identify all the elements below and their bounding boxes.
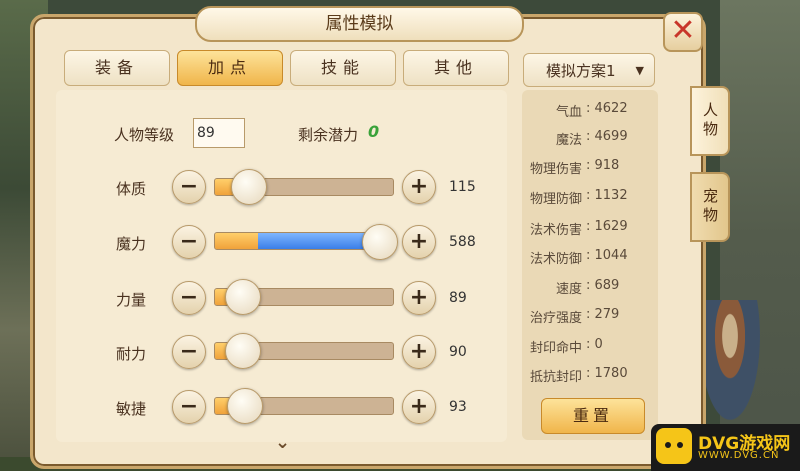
remaining-potential-value: 0 xyxy=(368,122,380,141)
stat-label: 法术伤害 xyxy=(529,223,582,238)
stat-label: 治疗强度 xyxy=(529,311,582,326)
tab-add-points[interactable]: 加点 xyxy=(177,50,283,86)
watermark-url: WWW.DVG.CN xyxy=(698,450,780,461)
constitution-minus-button[interactable]: − xyxy=(172,170,206,204)
magic-plus-button[interactable]: + xyxy=(402,225,436,259)
tab-equipment[interactable]: 装备 xyxy=(64,50,170,86)
character-level-label: 人物等级 xyxy=(114,126,175,144)
stat-label: 气血 xyxy=(555,105,582,120)
stat-value: : 4699 xyxy=(586,129,628,144)
magic-slider-fill xyxy=(215,233,258,249)
constitution-plus-button[interactable]: + xyxy=(402,170,436,204)
stat-value: : 0 xyxy=(586,337,603,352)
stat-value: : 1044 xyxy=(586,248,628,263)
attribute-label-endurance: 耐力 xyxy=(116,345,147,363)
strength-minus-button[interactable]: − xyxy=(172,281,206,315)
side-tab-pet[interactable]: 宠物 xyxy=(690,172,730,242)
attribute-label-magic: 魔力 xyxy=(116,235,147,253)
strength-value: 89 xyxy=(449,290,467,306)
tab-other[interactable]: 其他 xyxy=(403,50,509,86)
endurance-plus-button[interactable]: + xyxy=(402,335,436,369)
reset-button[interactable]: 重置 xyxy=(541,398,645,434)
caret-down-icon: ▼ xyxy=(635,64,644,77)
constitution-slider-handle[interactable] xyxy=(230,169,267,205)
stat-value: : 918 xyxy=(586,158,620,173)
stat-label: 物理防御 xyxy=(529,192,582,207)
window-title: 属性模拟 xyxy=(195,6,524,42)
endurance-minus-button[interactable]: − xyxy=(172,335,206,369)
strength-plus-button[interactable]: + xyxy=(402,281,436,315)
side-tab-character[interactable]: 人物 xyxy=(690,86,730,156)
agility-value: 93 xyxy=(449,399,467,415)
magic-slider-handle[interactable] xyxy=(362,224,398,260)
attribute-label-strength: 力量 xyxy=(116,291,147,309)
stat-label: 封印命中 xyxy=(529,341,582,356)
remaining-potential-label: 剩余潜力 xyxy=(298,126,359,144)
stat-value: : 1132 xyxy=(586,188,628,203)
endurance-value: 90 xyxy=(449,344,467,360)
stat-value: : 1780 xyxy=(586,366,628,381)
scheme-dropdown[interactable]: 模拟方案1 ▼ xyxy=(523,53,655,87)
close-button[interactable]: ✕ xyxy=(663,12,703,52)
stat-label: 物理伤害 xyxy=(529,162,582,177)
tab-skills[interactable]: 技能 xyxy=(290,50,396,86)
stat-label: 抵抗封印 xyxy=(529,370,582,385)
stat-value: : 279 xyxy=(586,307,620,322)
agility-slider-handle[interactable] xyxy=(227,388,264,424)
magic-minus-button[interactable]: − xyxy=(172,225,206,259)
stat-label: 法术防御 xyxy=(529,252,582,267)
character-level-input[interactable]: 89 xyxy=(193,118,245,148)
stat-value: : 4622 xyxy=(586,101,628,116)
npc-character xyxy=(700,300,760,420)
stat-label: 速度 xyxy=(555,282,582,297)
attribute-label-agility: 敏捷 xyxy=(116,400,147,418)
scheme-dropdown-label: 模拟方案1 xyxy=(546,62,616,80)
gamepad-logo-icon xyxy=(656,428,692,464)
stat-value: : 689 xyxy=(586,278,620,293)
agility-plus-button[interactable]: + xyxy=(402,390,436,424)
stat-value: : 1629 xyxy=(586,219,628,234)
agility-minus-button[interactable]: − xyxy=(172,390,206,424)
magic-value: 588 xyxy=(449,234,476,250)
stat-label: 魔法 xyxy=(555,133,582,148)
constitution-value: 115 xyxy=(449,179,476,195)
chevron-down-icon[interactable]: ⌄ xyxy=(275,432,290,453)
attribute-label-constitution: 体质 xyxy=(116,180,147,198)
